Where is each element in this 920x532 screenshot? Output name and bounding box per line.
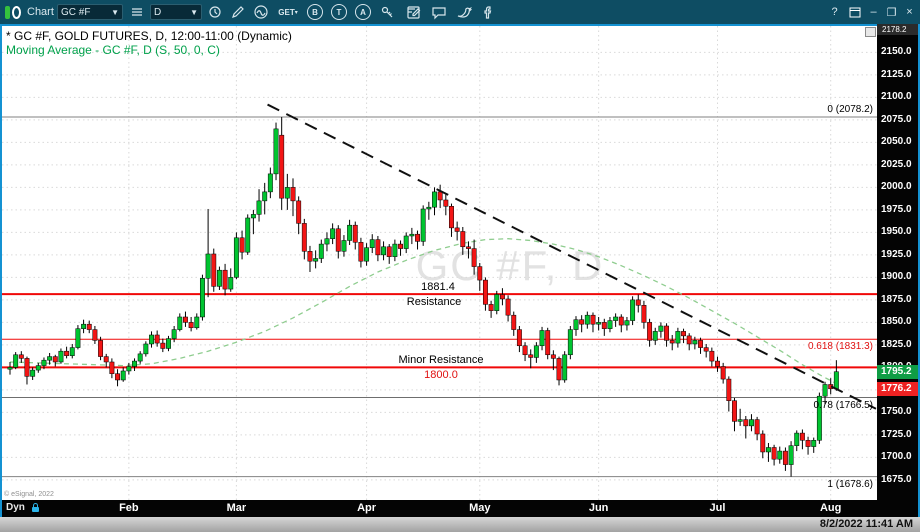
price-annotation: 1881.4 [378, 281, 498, 293]
month-label: Mar [219, 502, 253, 514]
price-tick: 1875.0 [877, 294, 918, 305]
toolbar: Chart GC #F ▼ D ▼ GET▾ B T [0, 0, 920, 24]
last-price-tag: 1776.2 [877, 382, 918, 396]
chart-title: * GC #F, GOLD FUTURES, D, 12:00-11:00 (D… [6, 29, 292, 43]
chevron-down-icon: ▼ [107, 8, 119, 17]
price-tick: 2100.0 [877, 91, 918, 102]
fib-level-label: 1 (1678.6) [760, 479, 873, 490]
price-tick: 1725.0 [877, 429, 918, 440]
chart-plot[interactable] [2, 26, 877, 500]
price-tick: 2075.0 [877, 114, 918, 125]
axis-top-price: 2178.2 [877, 24, 918, 35]
price-annotation: 1800.0 [381, 369, 501, 381]
window-app-label: Chart [27, 0, 54, 24]
status-timestamp: 8/2/2022 11:41 AM [820, 518, 913, 530]
symbol-dropdown[interactable]: GC #F ▼ [57, 4, 123, 20]
interval-dropdown[interactable]: D ▼ [150, 4, 202, 20]
price-tick: 1675.0 [877, 474, 918, 485]
moving-average-label: Moving Average - GC #F, D (S, 50, 0, C) [6, 43, 220, 57]
price-tick: 1750.0 [877, 406, 918, 417]
time-templates-icon[interactable] [206, 3, 224, 21]
esignal-chart-window: Chart GC #F ▼ D ▼ GET▾ B T [0, 0, 920, 532]
fib-level-label: 0.78 (1766.5) [760, 400, 873, 411]
dynamic-session-label: Dyn [6, 502, 25, 513]
price-annotation: Resistance [374, 296, 494, 308]
esignal-logo-icon [5, 0, 21, 24]
price-tick: 1975.0 [877, 204, 918, 215]
broadcast-icon[interactable]: B [306, 3, 324, 21]
twitter-icon[interactable] [455, 3, 473, 21]
fib-level-label: 0.618 (1831.3) [760, 341, 873, 352]
hotkey-icon[interactable] [378, 3, 396, 21]
price-tick: 1950.0 [877, 226, 918, 237]
month-label: Feb [112, 502, 146, 514]
price-tick: 2125.0 [877, 69, 918, 80]
alert-icon[interactable]: A [354, 3, 372, 21]
price-tick: 2150.0 [877, 46, 918, 57]
restore-chart-icon[interactable] [865, 27, 876, 37]
copyright-label: © eSignal, 2022 [4, 491, 54, 498]
price-tick: 1900.0 [877, 271, 918, 282]
fib-level-label: 0 (2078.2) [760, 104, 873, 115]
price-tick: 2050.0 [877, 136, 918, 147]
month-label: May [463, 502, 497, 514]
interval-value: D [154, 7, 161, 18]
price-tick: 2025.0 [877, 159, 918, 170]
month-label: Apr [350, 502, 384, 514]
month-label: Aug [814, 502, 848, 514]
close-button[interactable]: × [901, 0, 918, 24]
compose-note-icon[interactable] [404, 3, 422, 21]
month-label: Jun [582, 502, 616, 514]
price-tick: 1825.0 [877, 339, 918, 350]
chevron-down-icon: ▼ [186, 8, 198, 17]
price-tick: 2000.0 [877, 181, 918, 192]
price-tick: 1700.0 [877, 451, 918, 462]
chat-icon[interactable] [430, 3, 448, 21]
draw-pencil-icon[interactable] [228, 3, 246, 21]
restore-button[interactable]: ❐ [883, 0, 900, 24]
text-note-icon[interactable]: T [330, 3, 348, 21]
symbol-menu-icon[interactable] [128, 3, 146, 21]
get-data-icon[interactable]: GET▾ [276, 3, 300, 21]
price-axis[interactable]: 2178.2 1675.01700.01725.01750.01775.0180… [877, 24, 918, 517]
time-axis[interactable]: Dyn Feb Mar Apr May Jun Jul Aug [2, 500, 918, 517]
dock-window-icon[interactable] [846, 0, 863, 24]
price-annotation: Minor Resistance [381, 354, 501, 366]
price-tick: 1850.0 [877, 316, 918, 327]
lock-icon[interactable] [32, 507, 39, 512]
last-price-tag: 1795.2 [877, 365, 918, 379]
month-label: Jul [701, 502, 735, 514]
studies-icon[interactable] [252, 3, 270, 21]
price-tick: 1925.0 [877, 249, 918, 260]
symbol-value: GC #F [61, 7, 90, 18]
status-bar: 8/2/2022 11:41 AM [0, 517, 920, 532]
minimize-button[interactable]: – [865, 0, 882, 24]
help-button[interactable]: ? [826, 0, 843, 24]
facebook-icon[interactable] [479, 3, 497, 21]
